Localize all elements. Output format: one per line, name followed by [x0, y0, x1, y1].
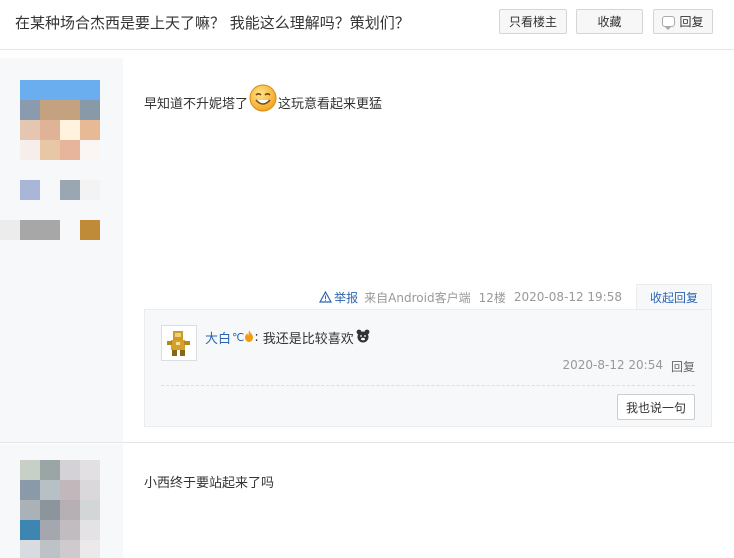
report-link[interactable]: 举报	[319, 289, 358, 306]
reply-text: 我还是比较喜欢	[262, 332, 354, 347]
post-tail: 举报 来自Android客户端 12楼 2020-08-12 19:58 收起回…	[319, 284, 712, 310]
reply-avatar[interactable]	[161, 325, 197, 361]
smiley-emoji	[249, 84, 277, 112]
comment-icon	[662, 16, 676, 30]
post-next: 小西终于要站起来了吗	[0, 444, 734, 558]
user-badge	[20, 180, 40, 200]
post-content: 早知道不升妮塔了 这玩意看起来更猛	[144, 84, 383, 116]
user-badge	[60, 180, 80, 200]
floor-number: 12楼	[478, 290, 506, 305]
favorite-button[interactable]: 收藏	[576, 9, 643, 34]
author-sidebar	[0, 58, 123, 442]
reply-button-label: 回复	[679, 15, 704, 29]
user-level	[0, 220, 20, 240]
divider	[161, 385, 695, 386]
user-level	[80, 220, 100, 240]
report-label: 举报	[334, 290, 359, 305]
sub-replies-panel: 大白 ℃ : 我还是比较喜欢 2020-8-12 20:54 回复 我也说一句	[144, 309, 712, 427]
say-something-button[interactable]: 我也说一句	[617, 394, 695, 420]
post-time: 2020-08-12 19:58	[513, 290, 622, 304]
avatar[interactable]	[20, 460, 100, 558]
post-content: 小西终于要站起来了吗	[144, 476, 275, 491]
post-floor-12: 早知道不升妮塔了 这玩意看起来更猛 举报 来自Android客户端 12楼 20…	[0, 58, 734, 443]
sub-reply-line: 大白 ℃ : 我还是比较喜欢	[205, 328, 370, 347]
only-author-button[interactable]: 只看楼主	[499, 9, 567, 34]
thread-title: 在某种场合杰西是要上天了嘛？ 我能这么理解吗？策划们？	[15, 14, 410, 32]
reply-username[interactable]: 大白	[205, 328, 231, 347]
bear-emoji	[356, 329, 370, 347]
user-level	[20, 220, 60, 240]
author-sidebar	[0, 444, 123, 558]
client-source: 来自Android客户端	[364, 290, 471, 305]
reply-link[interactable]: 回复	[671, 358, 695, 375]
user-suffix: ℃	[232, 331, 245, 344]
post-text: 这玩意看起来更猛	[278, 96, 383, 112]
reply-colon: :	[254, 330, 259, 345]
warning-icon	[319, 291, 333, 303]
avatar[interactable]	[20, 80, 100, 160]
user-badge	[80, 180, 100, 200]
reply-time: 2020-8-12 20:54	[562, 358, 663, 372]
flame-icon	[244, 330, 254, 345]
post-text: 早知道不升妮塔了	[144, 96, 249, 112]
thread-header: 在某种场合杰西是要上天了嘛？ 我能这么理解吗？策划们？ 只看楼主 收藏 回复	[0, 0, 734, 50]
collapse-replies-button[interactable]: 收起回复	[636, 284, 712, 310]
reply-button[interactable]: 回复	[653, 9, 713, 34]
reply-meta: 2020-8-12 20:54 回复	[562, 358, 695, 375]
